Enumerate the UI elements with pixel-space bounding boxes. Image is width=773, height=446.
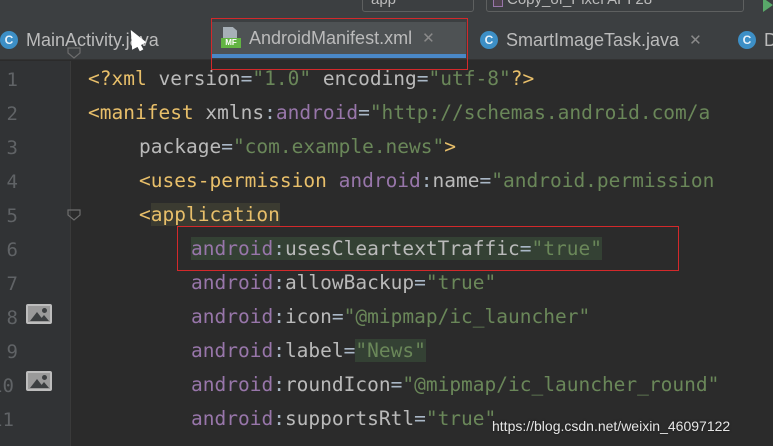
code-line: android:allowBackup="true"	[191, 271, 497, 294]
tab-smart-image-task[interactable]: C SmartImageTask.java ✕	[480, 22, 725, 58]
tab-label: D	[764, 29, 773, 50]
editor-tab-bar: C MainActivity.java MF AndroidManifest.x…	[0, 14, 773, 60]
run-icon[interactable]	[763, 0, 773, 12]
fold-icon[interactable]	[67, 47, 81, 59]
tab-android-manifest[interactable]: MF AndroidManifest.xml ✕	[212, 22, 466, 58]
run-config-selector[interactable]: app	[362, 0, 474, 12]
run-toolbar: app Copy_of_Pixel API 28	[0, 0, 773, 14]
watermark: https://blog.csdn.net/weixin_46097122	[492, 418, 731, 434]
code-line: android:roundIcon="@mipmap/ic_launcher_r…	[191, 373, 720, 396]
device-icon	[493, 0, 503, 7]
class-icon: C	[738, 31, 756, 49]
device-selector[interactable]: Copy_of_Pixel API 28	[486, 0, 744, 12]
tab-main-activity[interactable]: C MainActivity.java	[0, 22, 207, 58]
code-line: android:label="News"	[191, 339, 426, 362]
code-line: <?xml version="1.0" encoding="utf-8"?>	[88, 67, 535, 90]
close-icon[interactable]: ✕	[422, 29, 435, 47]
image-preview-icon[interactable]	[26, 371, 52, 391]
line-number: 8	[6, 307, 18, 329]
code-line: <application	[139, 203, 280, 226]
device-label: Copy_of_Pixel API 28	[507, 0, 652, 8]
manifest-icon: MF	[221, 27, 241, 49]
line-number: 2	[6, 103, 18, 125]
code-line: package="com.example.news">	[139, 135, 457, 158]
tab-label: AndroidManifest.xml	[249, 27, 413, 48]
code-line: android:supportsRtl="true"	[191, 407, 497, 430]
gutter-divider	[70, 61, 71, 446]
class-icon: C	[0, 31, 18, 49]
class-icon: C	[480, 31, 498, 49]
run-config-label: app	[371, 0, 396, 8]
code-line: <manifest xmlns:android="http://schemas.…	[88, 101, 711, 124]
code-line: android:usesCleartextTraffic="true"	[191, 237, 602, 260]
code-line: android:icon="@mipmap/ic_launcher"	[191, 305, 591, 328]
fold-icon[interactable]	[67, 209, 81, 221]
tab-label: SmartImageTask.java	[506, 29, 680, 50]
line-number: 11	[0, 409, 14, 431]
close-icon[interactable]: ✕	[689, 31, 702, 49]
line-number: 5	[6, 205, 18, 227]
line-number: 3	[6, 137, 18, 159]
code-editor[interactable]: <?xml version="1.0" encoding="utf-8"?> <…	[88, 61, 773, 446]
line-number: 9	[6, 341, 18, 363]
code-line: <uses-permission android:name="android.p…	[139, 169, 715, 192]
line-gutter: 1 2 3 4 5 6 7 8 9 10 11	[0, 61, 70, 446]
line-number: 4	[6, 171, 18, 193]
line-number: 1	[6, 69, 18, 91]
line-number: 7	[6, 273, 18, 295]
tab-overflow[interactable]: C D	[738, 22, 773, 58]
line-number: 10	[0, 375, 14, 397]
image-preview-icon[interactable]	[26, 304, 52, 324]
line-number: 6	[6, 239, 18, 261]
